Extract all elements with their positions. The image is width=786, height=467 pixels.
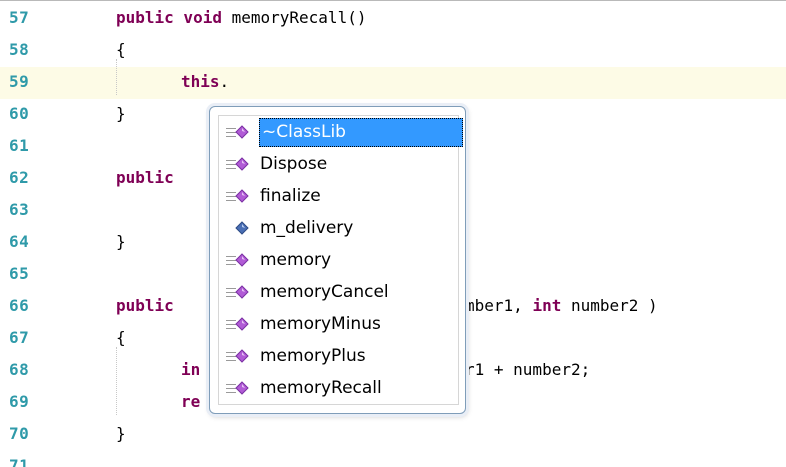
autocomplete-popup[interactable]: ~ClassLib Dispose finalize m_delivery me… xyxy=(209,106,466,414)
line-number: 71 xyxy=(9,456,30,467)
autocomplete-item[interactable]: memoryRecall xyxy=(219,372,458,404)
autocomplete-item-label: memoryMinus xyxy=(260,314,381,334)
code-line[interactable]: 70 } xyxy=(0,419,786,451)
indent-guide xyxy=(116,347,117,415)
line-number: 66 xyxy=(9,296,30,315)
line-number: 69 xyxy=(9,392,30,411)
autocomplete-list[interactable]: ~ClassLib Dispose finalize m_delivery me… xyxy=(218,115,463,405)
code-fragment: } xyxy=(116,424,126,443)
line-number: 65 xyxy=(9,264,30,283)
code-fragment: mber1, xyxy=(465,296,533,315)
keyword: public xyxy=(116,296,174,315)
line-number: 58 xyxy=(9,40,30,59)
method-icon xyxy=(235,125,249,139)
method-icon xyxy=(235,253,249,267)
current-code-line[interactable]: 59 this. xyxy=(0,67,786,99)
code-text: public xyxy=(116,168,174,187)
autocomplete-item-label: m_delivery xyxy=(260,218,354,238)
code-fragment: { xyxy=(116,328,126,347)
code-fragment: number2 ) xyxy=(561,296,658,315)
code-fragment: } xyxy=(116,104,126,123)
code-text: mber1, int number2 ) xyxy=(465,296,658,315)
code-line[interactable]: 57 public void memoryRecall() xyxy=(0,3,786,35)
autocomplete-item[interactable]: memoryMinus xyxy=(219,308,458,340)
line-number: 68 xyxy=(9,360,30,379)
autocomplete-item-label: memoryPlus xyxy=(260,346,366,366)
autocomplete-item[interactable]: memoryPlus xyxy=(219,340,458,372)
method-icon xyxy=(235,317,249,331)
line-number: 63 xyxy=(9,200,30,219)
code-line[interactable]: 58 { xyxy=(0,35,786,67)
line-number: 67 xyxy=(9,328,30,347)
autocomplete-item[interactable]: memoryCancel xyxy=(219,276,458,308)
code-fragment: r1 + number2; xyxy=(465,360,591,379)
code-fragment: { xyxy=(116,40,126,59)
keyword: re xyxy=(181,392,201,411)
autocomplete-item-label: memoryCancel xyxy=(260,282,389,302)
code-text: public void memoryRecall() xyxy=(116,8,366,27)
line-number: 59 xyxy=(9,72,30,91)
line-number: 70 xyxy=(9,424,30,443)
keyword: public xyxy=(116,168,174,187)
method-icon xyxy=(235,157,249,171)
indent-guide xyxy=(116,59,117,95)
autocomplete-item[interactable]: Dispose xyxy=(219,148,458,180)
method-icon xyxy=(235,349,249,363)
keyword: public void xyxy=(116,8,222,27)
autocomplete-item-label: ~ClassLib xyxy=(259,118,463,147)
autocomplete-item-label: memory xyxy=(260,250,332,270)
line-number: 57 xyxy=(9,8,30,27)
autocomplete-item-label: finalize xyxy=(260,186,321,206)
method-icon xyxy=(235,285,249,299)
keyword: this xyxy=(181,72,220,91)
method-icon xyxy=(235,381,249,395)
autocomplete-item[interactable]: finalize xyxy=(219,180,458,212)
code-text: public xyxy=(116,296,174,315)
code-fragment: memoryRecall() xyxy=(221,8,367,27)
autocomplete-item[interactable]: memory xyxy=(219,244,458,276)
field-icon xyxy=(235,221,249,235)
code-line[interactable]: 71 xyxy=(0,451,786,467)
method-icon xyxy=(235,189,249,203)
code-text: this. xyxy=(181,72,229,91)
keyword: int xyxy=(532,296,562,315)
autocomplete-item[interactable]: m_delivery xyxy=(219,212,458,244)
line-number: 62 xyxy=(9,168,30,187)
code-fragment: } xyxy=(116,232,126,251)
keyword: in xyxy=(181,360,201,379)
code-text: re xyxy=(181,392,200,411)
code-text: in xyxy=(181,360,200,379)
autocomplete-item-label: memoryRecall xyxy=(260,378,382,398)
line-number: 64 xyxy=(9,232,30,251)
line-number: 60 xyxy=(9,104,30,123)
code-editor[interactable]: 57 public void memoryRecall() 58 { 59 th… xyxy=(0,0,786,467)
code-fragment: . xyxy=(219,72,230,91)
line-number: 61 xyxy=(9,136,30,155)
autocomplete-item[interactable]: ~ClassLib xyxy=(219,116,463,148)
autocomplete-item-label: Dispose xyxy=(260,154,328,174)
